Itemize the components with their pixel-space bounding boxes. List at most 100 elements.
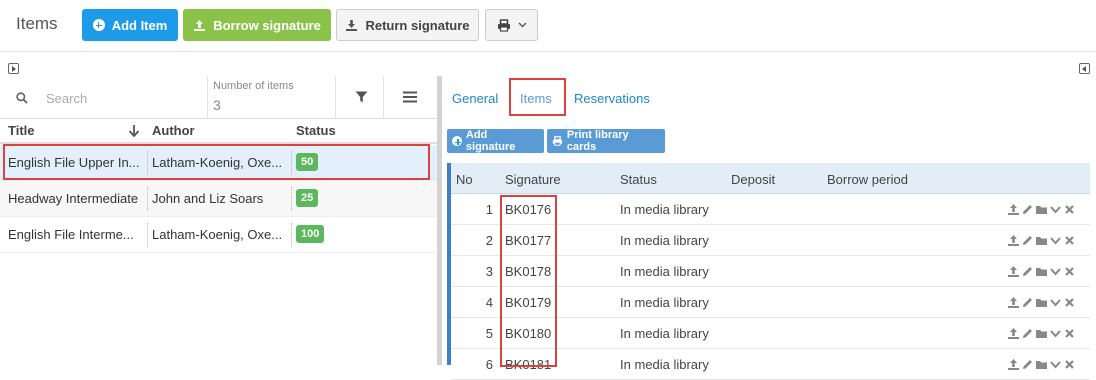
close-icon[interactable] — [1063, 296, 1076, 309]
column-header-title[interactable]: Title — [8, 123, 35, 138]
close-icon[interactable] — [1063, 203, 1076, 216]
menu-icon[interactable] — [403, 91, 417, 103]
table-row[interactable]: 2 BK0177 In media library — [451, 225, 1090, 256]
tab-items[interactable]: Items — [520, 91, 552, 106]
row-signature: BK0177 — [505, 233, 552, 248]
row-status: In media library — [620, 233, 709, 248]
sort-down-icon[interactable] — [128, 124, 140, 137]
tab-general[interactable]: General — [452, 91, 498, 106]
collapse-left-toggle[interactable] — [8, 63, 19, 74]
panel-splitter[interactable] — [437, 76, 442, 365]
borrow-icon[interactable] — [1007, 203, 1020, 216]
borrow-signature-label: Borrow signature — [213, 17, 321, 33]
folder-icon[interactable] — [1035, 203, 1048, 216]
chevron-down-icon[interactable] — [1049, 234, 1062, 247]
list-searchbar: Number of items 3 — [0, 76, 437, 119]
row-actions — [1007, 265, 1076, 278]
divider — [335, 76, 336, 119]
chevron-down-icon[interactable] — [1049, 203, 1062, 216]
folder-icon[interactable] — [1035, 296, 1048, 309]
signatures-grid: No Signature Status Deposit Borrow perio… — [447, 163, 1090, 380]
add-signature-button[interactable]: Add signature — [447, 129, 544, 153]
row-actions — [1007, 296, 1076, 309]
chevron-down-icon[interactable] — [1049, 265, 1062, 278]
row-status: In media library — [620, 202, 709, 217]
pencil-icon[interactable] — [1021, 296, 1034, 309]
status-badge: 25 — [296, 189, 319, 207]
row-signature: BK0180 — [505, 326, 552, 341]
folder-icon[interactable] — [1035, 265, 1048, 278]
pencil-icon[interactable] — [1021, 327, 1034, 340]
row-status: In media library — [620, 264, 709, 279]
borrow-icon[interactable] — [1007, 327, 1020, 340]
column-header-status[interactable]: Status — [296, 123, 336, 138]
table-row[interactable]: English File Interme... Latham-Koenig, O… — [0, 217, 437, 253]
row-no: 4 — [485, 295, 493, 310]
borrow-icon[interactable] — [1007, 265, 1020, 278]
close-icon[interactable] — [1063, 265, 1076, 278]
row-title: English File Interme... — [8, 223, 148, 247]
table-row[interactable]: 1 BK0176 In media library — [451, 194, 1090, 225]
close-icon[interactable] — [1063, 327, 1076, 340]
table-row[interactable]: Headway Intermediate John and Liz Soars … — [0, 181, 437, 217]
table-row[interactable]: 3 BK0178 In media library — [451, 256, 1090, 287]
table-row[interactable]: 5 BK0180 In media library — [451, 318, 1090, 349]
pencil-icon[interactable] — [1021, 265, 1034, 278]
printer-icon — [497, 18, 510, 32]
row-author: Latham-Koenig, Oxe... — [152, 151, 292, 175]
list-table-header: Title Author Status — [0, 120, 437, 144]
borrow-icon[interactable] — [1007, 296, 1020, 309]
close-icon[interactable] — [1063, 234, 1076, 247]
divider — [383, 76, 384, 119]
items-list-panel: Number of items 3 Title Author Status En… — [0, 76, 437, 365]
folder-icon[interactable] — [1035, 234, 1048, 247]
row-title: Headway Intermediate — [8, 187, 148, 211]
column-header-signature[interactable]: Signature — [505, 172, 561, 187]
row-status: In media library — [620, 326, 709, 341]
borrow-signature-button[interactable]: Borrow signature — [183, 9, 331, 41]
pencil-icon[interactable] — [1021, 203, 1034, 216]
row-signature: BK0178 — [505, 264, 552, 279]
search-input[interactable] — [46, 88, 196, 108]
plus-circle-icon — [92, 19, 105, 31]
row-title: English File Upper In... — [8, 151, 148, 175]
column-header-author[interactable]: Author — [152, 123, 195, 138]
status-badge: 100 — [296, 225, 325, 243]
detail-tabs: General Items Reservations — [442, 78, 1096, 118]
row-actions — [1007, 327, 1076, 340]
row-no: 1 — [485, 202, 493, 217]
column-header-no[interactable]: No — [456, 172, 473, 187]
column-header-borrow-period[interactable]: Borrow period — [827, 172, 908, 187]
return-signature-label: Return signature — [365, 17, 470, 33]
toolbar: Items Add Item Borrow signature Return s… — [0, 0, 1096, 52]
row-no: 5 — [485, 326, 493, 341]
grid-header: No Signature Status Deposit Borrow perio… — [451, 163, 1090, 194]
table-row[interactable]: English File Upper In... Latham-Koenig, … — [0, 145, 437, 181]
borrow-icon[interactable] — [1007, 234, 1020, 247]
print-library-cards-button[interactable]: Print library cards — [547, 129, 665, 153]
upload-icon — [194, 19, 206, 31]
column-header-status[interactable]: Status — [620, 172, 657, 187]
row-author: Latham-Koenig, Oxe... — [152, 223, 292, 247]
chevron-down-icon[interactable] — [1049, 327, 1062, 340]
print-dropdown-button[interactable] — [485, 9, 538, 41]
row-actions — [1007, 203, 1076, 216]
pencil-icon[interactable] — [1021, 234, 1034, 247]
filter-icon[interactable] — [355, 91, 368, 103]
printer-icon — [552, 136, 563, 146]
chevron-down-icon[interactable] — [1049, 296, 1062, 309]
divider — [207, 76, 208, 119]
return-signature-button[interactable]: Return signature — [336, 9, 479, 41]
tab-reservations[interactable]: Reservations — [574, 91, 650, 106]
add-item-button[interactable]: Add Item — [82, 9, 178, 41]
table-row[interactable]: 4 BK0179 In media library — [451, 287, 1090, 318]
plus-circle-icon — [452, 136, 462, 146]
add-item-label: Add Item — [111, 17, 168, 33]
row-signature: BK0176 — [505, 202, 552, 217]
row-no: 2 — [485, 233, 493, 248]
folder-icon[interactable] — [1035, 327, 1048, 340]
row-author: John and Liz Soars — [152, 187, 292, 211]
column-header-deposit[interactable]: Deposit — [731, 172, 775, 187]
item-count-label: Number of items — [213, 80, 294, 92]
collapse-right-toggle[interactable] — [1079, 63, 1090, 74]
